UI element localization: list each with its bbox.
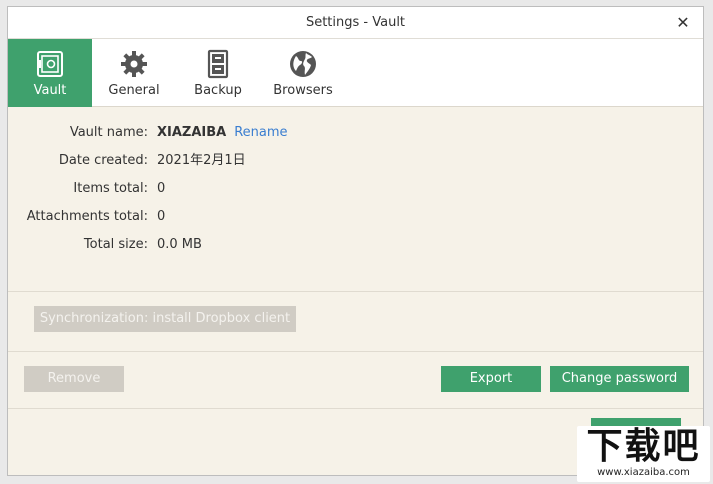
tab-general[interactable]: General (92, 39, 176, 107)
watermark-logo-text: 下载吧 (586, 426, 701, 467)
divider (8, 408, 703, 409)
date-created-label: Date created: (58, 153, 148, 168)
items-total-value: 0 (157, 181, 166, 196)
tab-label: Backup (194, 83, 242, 98)
tab-label: Browsers (273, 83, 333, 98)
tab-bar: Vault General Backup Browsers (8, 39, 703, 107)
divider (8, 351, 703, 352)
attachments-total-label: Attachments total: (26, 209, 148, 224)
export-button[interactable]: Export (441, 366, 541, 392)
tab-vault[interactable]: Vault (8, 39, 92, 107)
tab-label: General (108, 83, 160, 98)
title-bar: Settings - Vault ✕ (8, 7, 703, 39)
attachments-total-value: 0 (157, 209, 166, 224)
cabinet-icon (207, 49, 229, 79)
tab-label: Vault (33, 83, 67, 98)
tab-browsers[interactable]: Browsers (260, 39, 346, 107)
change-password-button[interactable]: Change password (550, 366, 689, 392)
window-title: Settings - Vault (305, 15, 406, 30)
close-icon[interactable]: ✕ (673, 13, 693, 33)
items-total-label: Items total: (73, 181, 148, 196)
gear-icon (121, 51, 147, 77)
settings-window: Settings - Vault ✕ Vault General Backup … (7, 6, 704, 476)
tab-backup[interactable]: Backup (176, 39, 260, 107)
watermark-logo: 下载吧 www.xiazaiba.com (577, 426, 710, 482)
vault-name-label: Vault name: (69, 125, 148, 140)
vault-info: Vault name: XIAZAIBA Rename Date created:… (8, 107, 703, 291)
rename-link[interactable]: Rename (234, 125, 287, 140)
divider (8, 291, 703, 292)
date-created-value: 2021年2月1日 (157, 153, 246, 168)
vault-name-value: XIAZAIBA (157, 125, 227, 140)
watermark-url: www.xiazaiba.com (597, 467, 690, 478)
vault-icon (37, 51, 63, 77)
total-size-label: Total size: (83, 237, 148, 252)
total-size-value: 0.0 MB (157, 237, 202, 252)
remove-button[interactable]: Remove (24, 366, 124, 392)
globe-icon (290, 51, 316, 77)
sync-dropbox-button[interactable]: Synchronization: install Dropbox client (34, 306, 296, 332)
